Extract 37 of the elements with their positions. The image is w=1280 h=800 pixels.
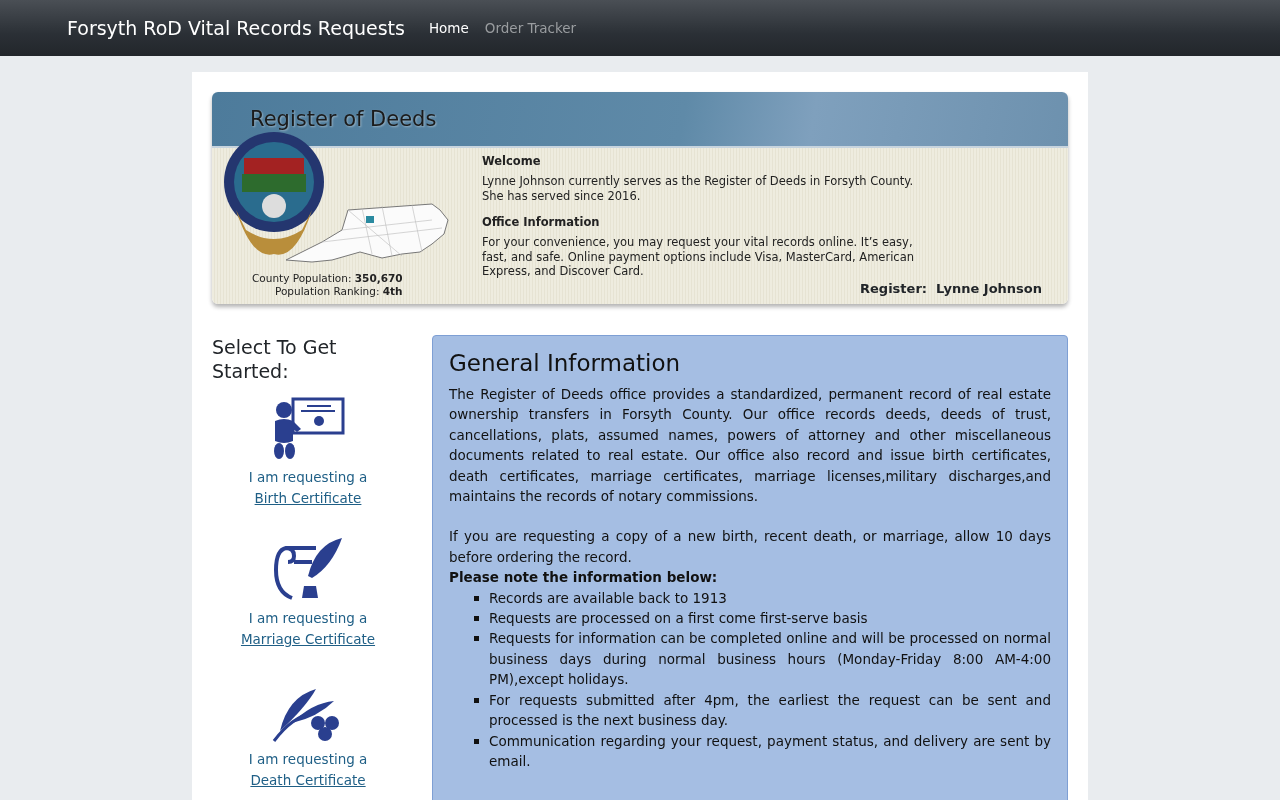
bullet-icon	[474, 697, 479, 703]
brand-title[interactable]: Forsyth RoD Vital Records Requests	[67, 17, 405, 39]
scroll-quill-icon	[272, 536, 344, 602]
ranking-value: 4th	[382, 285, 403, 297]
banner-title: Register of Deeds	[250, 107, 437, 131]
certificate-link[interactable]: Birth Certificate	[254, 489, 362, 506]
register-name: Lynne Johnson	[936, 281, 1042, 296]
register-label: Register:	[860, 281, 927, 296]
note-heading: Please note the information below:	[449, 568, 719, 588]
bullet-text: Requests are processed on a first come first-serve basis	[489, 610, 868, 627]
info-paragraph: If you are requesting a copy of a new birth, recent death, or marriage, allow 10 days before ordering the record.	[449, 527, 1051, 567]
bullet-icon	[474, 636, 479, 642]
bullet-text: For requests submitted after 4pm, the earliest the request can be sent and processed is the next business day.	[489, 691, 1051, 729]
request-option-text: I am requesting a Marriage Certificate	[239, 609, 377, 649]
section-text: For your convenience, you may request your vital records online. It’s easy, fast, and safe. Online payment options include Visa, MasterCard, American Express, and Discover Card.	[482, 235, 915, 279]
section-heading: Welcome	[482, 154, 542, 168]
baby-certificate-icon	[271, 397, 345, 461]
section-text: Lynne Johnson currently serves as the Register of Deeds in Forsyth County. She has served since 2016.	[482, 174, 915, 203]
nav-link[interactable]: Order Tracker	[484, 20, 577, 36]
bullet-icon	[474, 738, 479, 744]
section-heading: Select To Get Started:	[212, 335, 338, 383]
population-value: 350,670	[354, 272, 403, 284]
bullet-icon	[474, 595, 479, 601]
population-label: County Population:	[252, 272, 352, 284]
info-paragraph: The Register of Deeds office provides a standardized, permanent record of real estate ownership transfers in Forsyth County. Our office records deeds, deeds of trust, cancellations, plats, assumed names, powers of attorney and other miscellaneous documents related to real estate. Our office also record and issue birth certificates, death certificates, marriage certificates, marriage licenses,military discharges,and maintains the records of notary commissions.	[449, 385, 1051, 507]
section-heading: Office Information	[482, 215, 601, 229]
bullet-text: Communication regarding your request, payment status, and delivery are sent by email.	[489, 732, 1051, 769]
certificate-link[interactable]: Marriage Certificate	[240, 630, 376, 647]
certificate-link[interactable]: Death Certificate	[250, 771, 366, 788]
bullet-icon	[474, 616, 479, 622]
bullet-text: Requests for information can be completed online and will be processed on normal business days during normal business hours (Monday-Friday 8:00 AM-4:00 PM),except holidays.	[489, 630, 1051, 688]
request-option-text: I am requesting a Death Certificate	[247, 750, 369, 790]
bullet-text: Records are available back to 1913	[489, 589, 727, 606]
ranking-label: Population Ranking:	[274, 285, 380, 297]
panel-heading: General Information	[449, 350, 682, 376]
nav-link[interactable]: Home	[428, 20, 469, 36]
request-option-text: I am requesting a Birth Certificate	[247, 468, 369, 508]
